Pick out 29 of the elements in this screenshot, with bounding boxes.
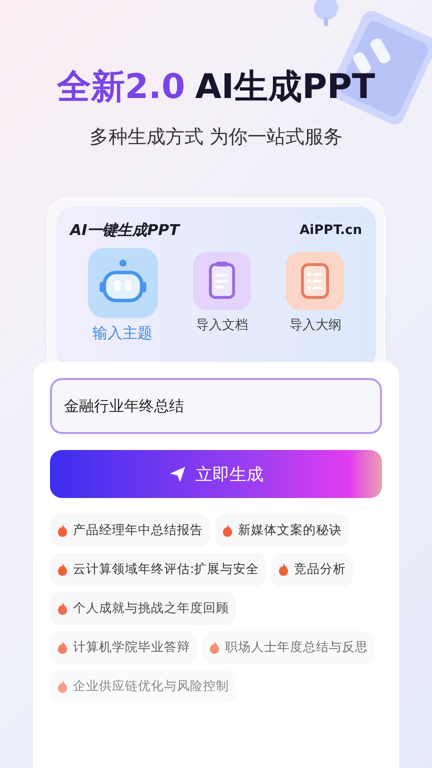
flame-icon bbox=[57, 641, 68, 654]
suggestion-chip[interactable]: 个人成就与挑战之年度回顾 bbox=[50, 592, 236, 625]
suggestion-chip[interactable]: 产品经理年中总结报告 bbox=[50, 514, 210, 547]
flame-icon bbox=[278, 563, 290, 576]
card-heading: AI一键生成PPT bbox=[70, 221, 180, 240]
clipboard-icon bbox=[192, 252, 251, 310]
logo: AiPPT.cn bbox=[300, 223, 362, 238]
suggestion-chip[interactable]: 新媒体文案的秘诀 bbox=[215, 514, 349, 547]
suggestion-chip[interactable]: 云计算领域年终评估:扩展与安全 bbox=[50, 553, 266, 586]
flame-icon bbox=[57, 563, 68, 576]
flame-icon bbox=[57, 680, 68, 693]
mode-tab[interactable]: 导入文档 bbox=[192, 248, 251, 343]
flame-icon bbox=[57, 602, 68, 615]
title-highlight: 全新2.0 bbox=[56, 66, 186, 109]
send-icon bbox=[168, 466, 186, 482]
flame-icon bbox=[209, 641, 220, 654]
generate-button[interactable]: 立即生成 bbox=[50, 450, 382, 498]
list-icon bbox=[286, 252, 344, 310]
suggestion-chip[interactable]: 计算机学院毕业答辩 bbox=[50, 631, 197, 664]
mode-tab[interactable]: 导入大纲 bbox=[286, 248, 344, 343]
flame-icon bbox=[222, 524, 233, 537]
subtitle: 多种生成方式 为你一站式服务 bbox=[89, 125, 343, 150]
suggestion-chip[interactable]: 竞品分析 bbox=[271, 553, 354, 586]
topic-input-field[interactable]: 金融行业年终总结 bbox=[50, 378, 382, 434]
flame-icon bbox=[57, 524, 68, 537]
suggestion-chip[interactable]: 职场人士年度总结与反思 bbox=[202, 631, 375, 664]
suggestion-chip[interactable]: 企业供应链优化与风险控制 bbox=[50, 670, 236, 703]
title: AI生成PPT bbox=[195, 66, 376, 109]
robot-icon bbox=[88, 248, 158, 318]
